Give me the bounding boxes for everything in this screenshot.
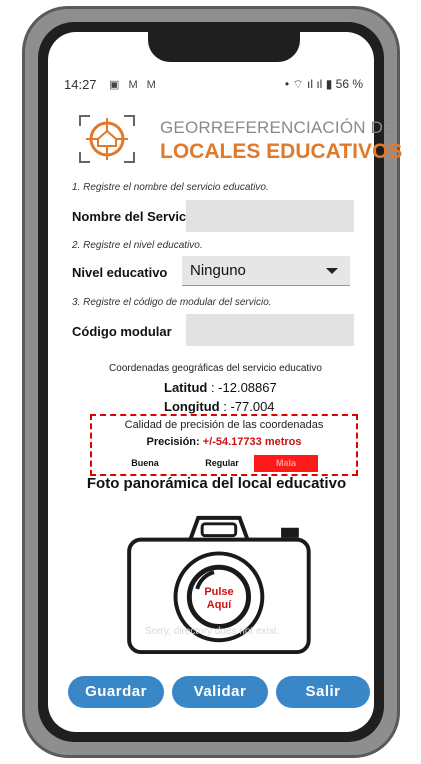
save-button[interactable]: Guardar xyxy=(68,676,164,708)
brand-line2: LOCALES EDUCATIVOS xyxy=(160,140,403,163)
coordinates-title: Coordenadas geográficas del servicio edu… xyxy=(109,363,322,374)
level-selected-value: Ninguno xyxy=(190,262,246,279)
pulse-here-button[interactable]: Pulse Aquí xyxy=(191,570,247,626)
pulse-line1: Pulse xyxy=(204,586,234,598)
level-select[interactable]: Ninguno xyxy=(182,256,350,286)
battery-percent: 56 % xyxy=(335,77,363,91)
quality-title: Calidad de precisión de las coordenadas xyxy=(124,419,324,431)
longitude-value: : -77.004 xyxy=(223,399,275,414)
camera-notch xyxy=(148,32,300,62)
directory-error-text: Sorry, directory does not exist. xyxy=(145,626,280,637)
service-name-input[interactable] xyxy=(186,200,354,232)
precision-label: Precisión: xyxy=(146,436,200,448)
latitude-value: : -12.08867 xyxy=(210,380,277,395)
step3-instruction: 3. Registre el código de modular del ser… xyxy=(72,297,272,308)
latitude-row: Latitud : -12.08867 xyxy=(164,380,277,395)
app-brand: GEORREFERENCIACIÓN DE LOCALES EDUCATIVOS xyxy=(160,118,402,164)
precision-row: Precisión: +/-54.17733 metros xyxy=(92,436,356,448)
level-label: Nivel educativo xyxy=(72,265,168,280)
chevron-down-icon xyxy=(326,268,338,274)
brand-line1: GEORREFERENCIACIÓN DE xyxy=(160,118,395,137)
step1-instruction: 1. Registre el nombre del servicio educa… xyxy=(72,182,269,193)
latitude-label: Latitud xyxy=(164,380,208,395)
quality-regular: Regular xyxy=(205,458,239,468)
validate-button[interactable]: Validar xyxy=(172,676,268,708)
exit-button[interactable]: Salir xyxy=(276,676,370,708)
status-right: • ⌔ ıl ıl ▮ 56 % xyxy=(285,77,363,92)
precision-value: +/-54.17733 metros xyxy=(202,436,302,448)
service-name-label: Nombre del Servicio xyxy=(72,209,198,224)
notification-icons: ▣ M M xyxy=(109,79,159,91)
photo-title: Foto panorámica del local educativo xyxy=(86,475,347,492)
pulse-line2: Aquí xyxy=(206,599,232,611)
longitude-row: Longitud : -77.004 xyxy=(164,399,275,414)
battery-icon: ▮ xyxy=(325,77,333,91)
quality-bad-selected: Mala xyxy=(254,455,318,472)
precision-quality-box: Calidad de precisión de las coordenadas … xyxy=(90,414,358,476)
modular-code-label: Código modular xyxy=(72,324,172,339)
wifi-icon: • ⌔ ıl ıl xyxy=(284,77,326,91)
school-location-logo-icon xyxy=(79,115,135,163)
status-time: 14:27 xyxy=(64,77,97,92)
step2-instruction: 2. Registre el nivel educativo. xyxy=(72,240,203,251)
quality-good: Buena xyxy=(131,458,159,468)
status-bar: 14:27 ▣ M M • ⌔ ıl ıl ▮ 56 % xyxy=(64,77,363,97)
longitude-label: Longitud xyxy=(164,399,220,414)
modular-code-input[interactable] xyxy=(186,314,354,346)
